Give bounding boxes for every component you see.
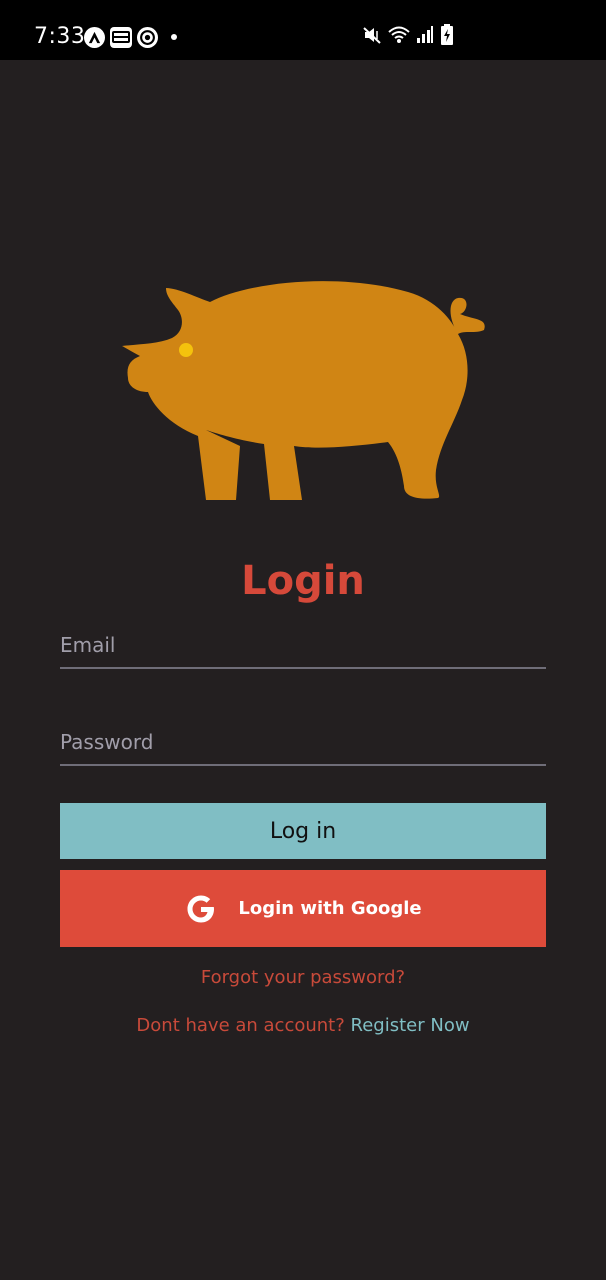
google-button-label: Login with Google (238, 898, 422, 919)
mute-icon (362, 25, 382, 49)
signal-icon (416, 25, 434, 49)
register-row: Dont have an account? Register Now (0, 1013, 606, 1039)
google-icon (184, 892, 218, 926)
email-field[interactable] (60, 627, 546, 663)
dot-icon (171, 34, 177, 40)
a-icon (84, 26, 105, 48)
register-prompt: Dont have an account? (136, 1015, 345, 1036)
pig-eye (179, 343, 193, 357)
login-button-label: Log in (269, 818, 337, 844)
password-field[interactable] (60, 724, 546, 760)
status-time: 7:33 (34, 24, 86, 49)
wifi-icon (388, 25, 410, 49)
password-field-container (60, 724, 546, 766)
status-icons-left (84, 25, 177, 49)
webtoon-icon (110, 26, 132, 48)
login-button[interactable]: Log in (60, 803, 546, 859)
status-icons-right (362, 24, 454, 50)
google-login-button[interactable]: Login with Google (60, 870, 546, 947)
status-bar: 7:33 (0, 0, 606, 60)
pig-logo (118, 274, 488, 502)
battery-icon (440, 24, 454, 50)
register-now-link[interactable]: Register Now (351, 1015, 470, 1036)
pig-icon (122, 281, 485, 500)
forgot-password-link[interactable]: Forgot your password? (0, 965, 606, 991)
app-icon (137, 26, 158, 48)
page-title: Login (241, 558, 365, 604)
email-field-container (60, 627, 546, 669)
